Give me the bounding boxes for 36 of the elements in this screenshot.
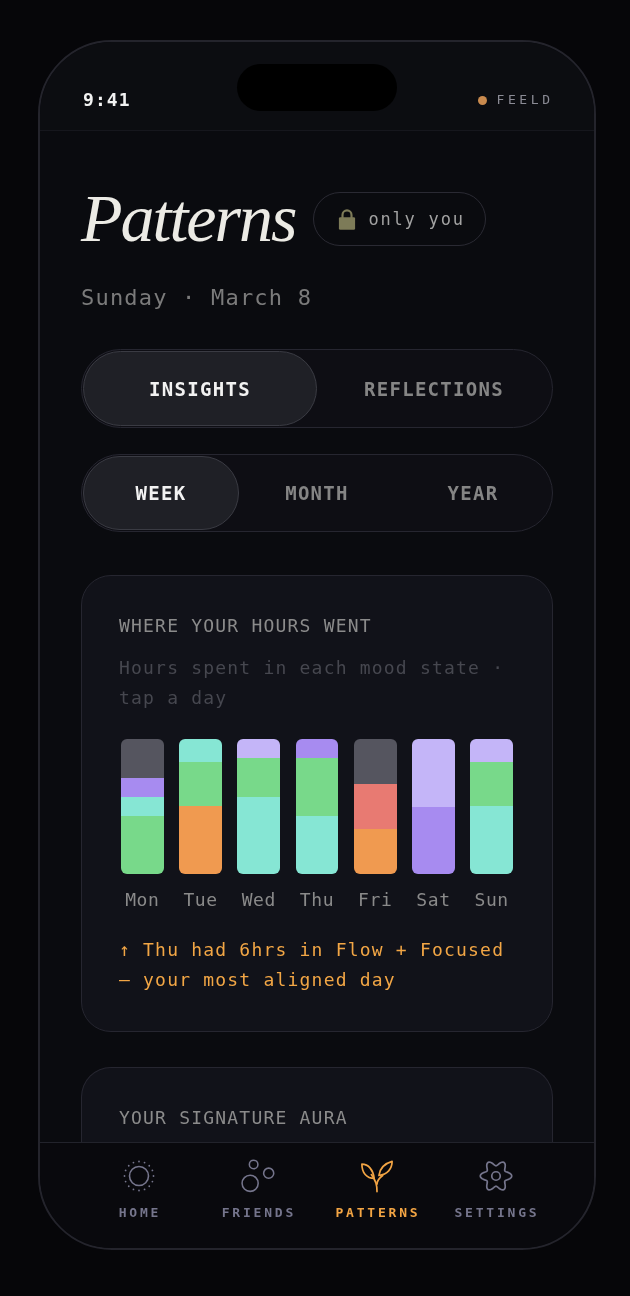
day-label: Sat [416,888,451,912]
range-tab[interactable]: WEEK [83,456,239,530]
range-tab[interactable]: YEAR [395,456,551,530]
day-label: Fri [358,888,393,912]
bar-segment [295,816,339,874]
tab-bar-item[interactable]: SETTINGS [436,1159,555,1221]
lock-icon [338,208,357,230]
bar-segment [353,783,397,830]
card-title: WHERE YOUR HOURS WENT [119,614,373,638]
day-label: Sun [474,888,509,912]
day-label: Mon [125,888,160,912]
bar-segment [353,829,397,874]
day-label: Wed [241,888,276,912]
tab-bar-item[interactable]: FRIENDS [198,1159,317,1221]
view-tab[interactable]: REFLECTIONS [317,351,551,426]
range-tab[interactable]: MONTH [239,456,395,530]
bar-segment [412,806,455,874]
date-label: Sunday · March 8 [81,285,314,311]
status-time: 9:41 [83,89,132,111]
status-dot-icon [478,95,488,105]
card-title: YOUR SIGNATURE AURA [119,1106,349,1130]
settings-icon [478,1159,513,1193]
bubbles-icon [240,1159,275,1193]
bar-segment [412,739,455,807]
day-label: Thu [299,888,335,912]
tab-bar-item[interactable]: PATTERNS [317,1159,436,1221]
insight-text: ↑ Thu had 6hrs in Flow + Focused — your most aligned day [119,938,506,992]
brand-name: FEELD [496,91,554,109]
bar-segment [353,739,397,784]
page-title: Patterns [81,184,296,252]
sun-icon [121,1159,156,1193]
day-label: Tue [183,888,218,912]
sprout-icon [359,1159,394,1193]
tab-bar-item[interactable]: HOME [79,1159,198,1221]
view-tab[interactable]: INSIGHTS [83,351,317,426]
privacy-label: only you [368,208,465,230]
